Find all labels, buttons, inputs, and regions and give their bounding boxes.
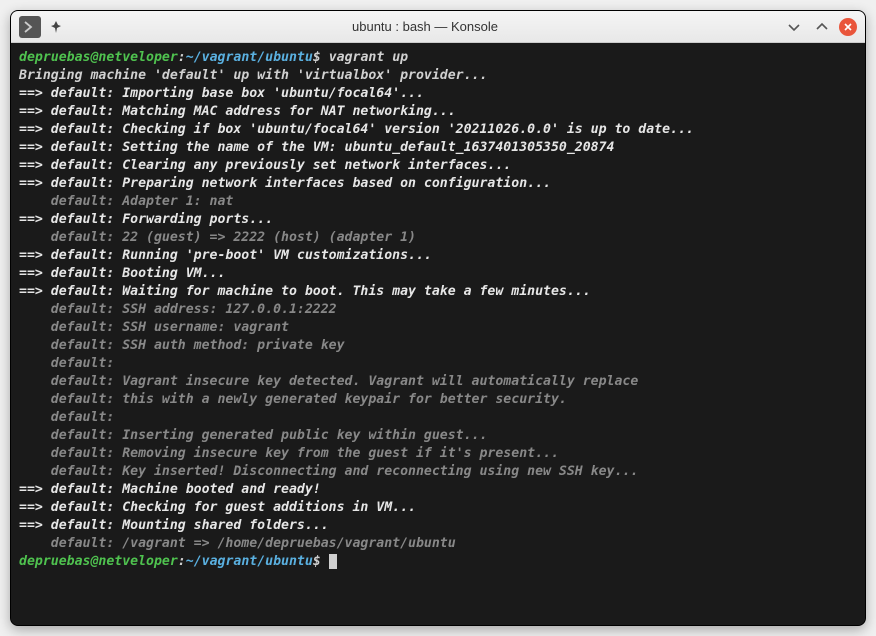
titlebar-left: [19, 16, 67, 38]
output-sub: default: SSH username: vagrant: [19, 319, 857, 337]
close-button[interactable]: [839, 18, 857, 36]
output-step: ==> default: Checking if box 'ubuntu/foc…: [19, 121, 857, 139]
titlebar-right: [783, 16, 857, 38]
output-lines: Bringing machine 'default' up with 'virt…: [19, 67, 857, 553]
output-sub: default: Adapter 1: nat: [19, 193, 857, 211]
output-sub: default: Removing insecure key from the …: [19, 445, 857, 463]
output-sub: default: Vagrant insecure key detected. …: [19, 373, 857, 391]
output-step: ==> default: Checking for guest addition…: [19, 499, 857, 517]
output-sub: default: SSH address: 127.0.0.1:2222: [19, 301, 857, 319]
prompt-path: ~/vagrant/ubuntu: [186, 554, 313, 569]
output-sub: default: SSH auth method: private key: [19, 337, 857, 355]
minimize-button[interactable]: [783, 16, 805, 38]
window-title: ubuntu : bash — Konsole: [67, 19, 783, 34]
prompt-line: depruebas@netveloper:~/vagrant/ubuntu$ v…: [19, 49, 857, 67]
output-step: ==> default: Waiting for machine to boot…: [19, 283, 857, 301]
output-sub: default: 22 (guest) => 2222 (host) (adap…: [19, 229, 857, 247]
output-sub: default: Key inserted! Disconnecting and…: [19, 463, 857, 481]
output-plain: Bringing machine 'default' up with 'virt…: [19, 67, 857, 85]
output-step: ==> default: Clearing any previously set…: [19, 157, 857, 175]
prompt-line-2: depruebas@netveloper:~/vagrant/ubuntu$: [19, 553, 857, 571]
cursor: [329, 554, 337, 569]
prompt-symbol: $: [313, 554, 321, 569]
output-sub: default:: [19, 355, 857, 373]
prompt-path: ~/vagrant/ubuntu: [186, 50, 313, 65]
output-step: ==> default: Booting VM...: [19, 265, 857, 283]
titlebar: ubuntu : bash — Konsole: [11, 11, 865, 43]
output-sub: default: /vagrant => /home/depruebas/vag…: [19, 535, 857, 553]
output-step: ==> default: Forwarding ports...: [19, 211, 857, 229]
command-text: vagrant up: [329, 50, 408, 65]
prompt-user-host: depruebas@netveloper: [19, 50, 178, 65]
output-sub: default:: [19, 409, 857, 427]
output-step: ==> default: Machine booted and ready!: [19, 481, 857, 499]
prompt-symbol: $: [313, 50, 321, 65]
pin-icon[interactable]: [45, 16, 67, 38]
prompt-separator: :: [178, 50, 186, 65]
prompt-user-host: depruebas@netveloper: [19, 554, 178, 569]
maximize-button[interactable]: [811, 16, 833, 38]
output-sub: default: Inserting generated public key …: [19, 427, 857, 445]
output-sub: default: this with a newly generated key…: [19, 391, 857, 409]
output-step: ==> default: Matching MAC address for NA…: [19, 103, 857, 121]
new-tab-icon[interactable]: [19, 16, 41, 38]
output-step: ==> default: Running 'pre-boot' VM custo…: [19, 247, 857, 265]
output-step: ==> default: Setting the name of the VM:…: [19, 139, 857, 157]
prompt-separator: :: [178, 554, 186, 569]
konsole-window: ubuntu : bash — Konsole depruebas@netvel…: [10, 10, 866, 626]
output-step: ==> default: Importing base box 'ubuntu/…: [19, 85, 857, 103]
output-step: ==> default: Preparing network interface…: [19, 175, 857, 193]
terminal-output[interactable]: depruebas@netveloper:~/vagrant/ubuntu$ v…: [11, 43, 865, 625]
output-step: ==> default: Mounting shared folders...: [19, 517, 857, 535]
